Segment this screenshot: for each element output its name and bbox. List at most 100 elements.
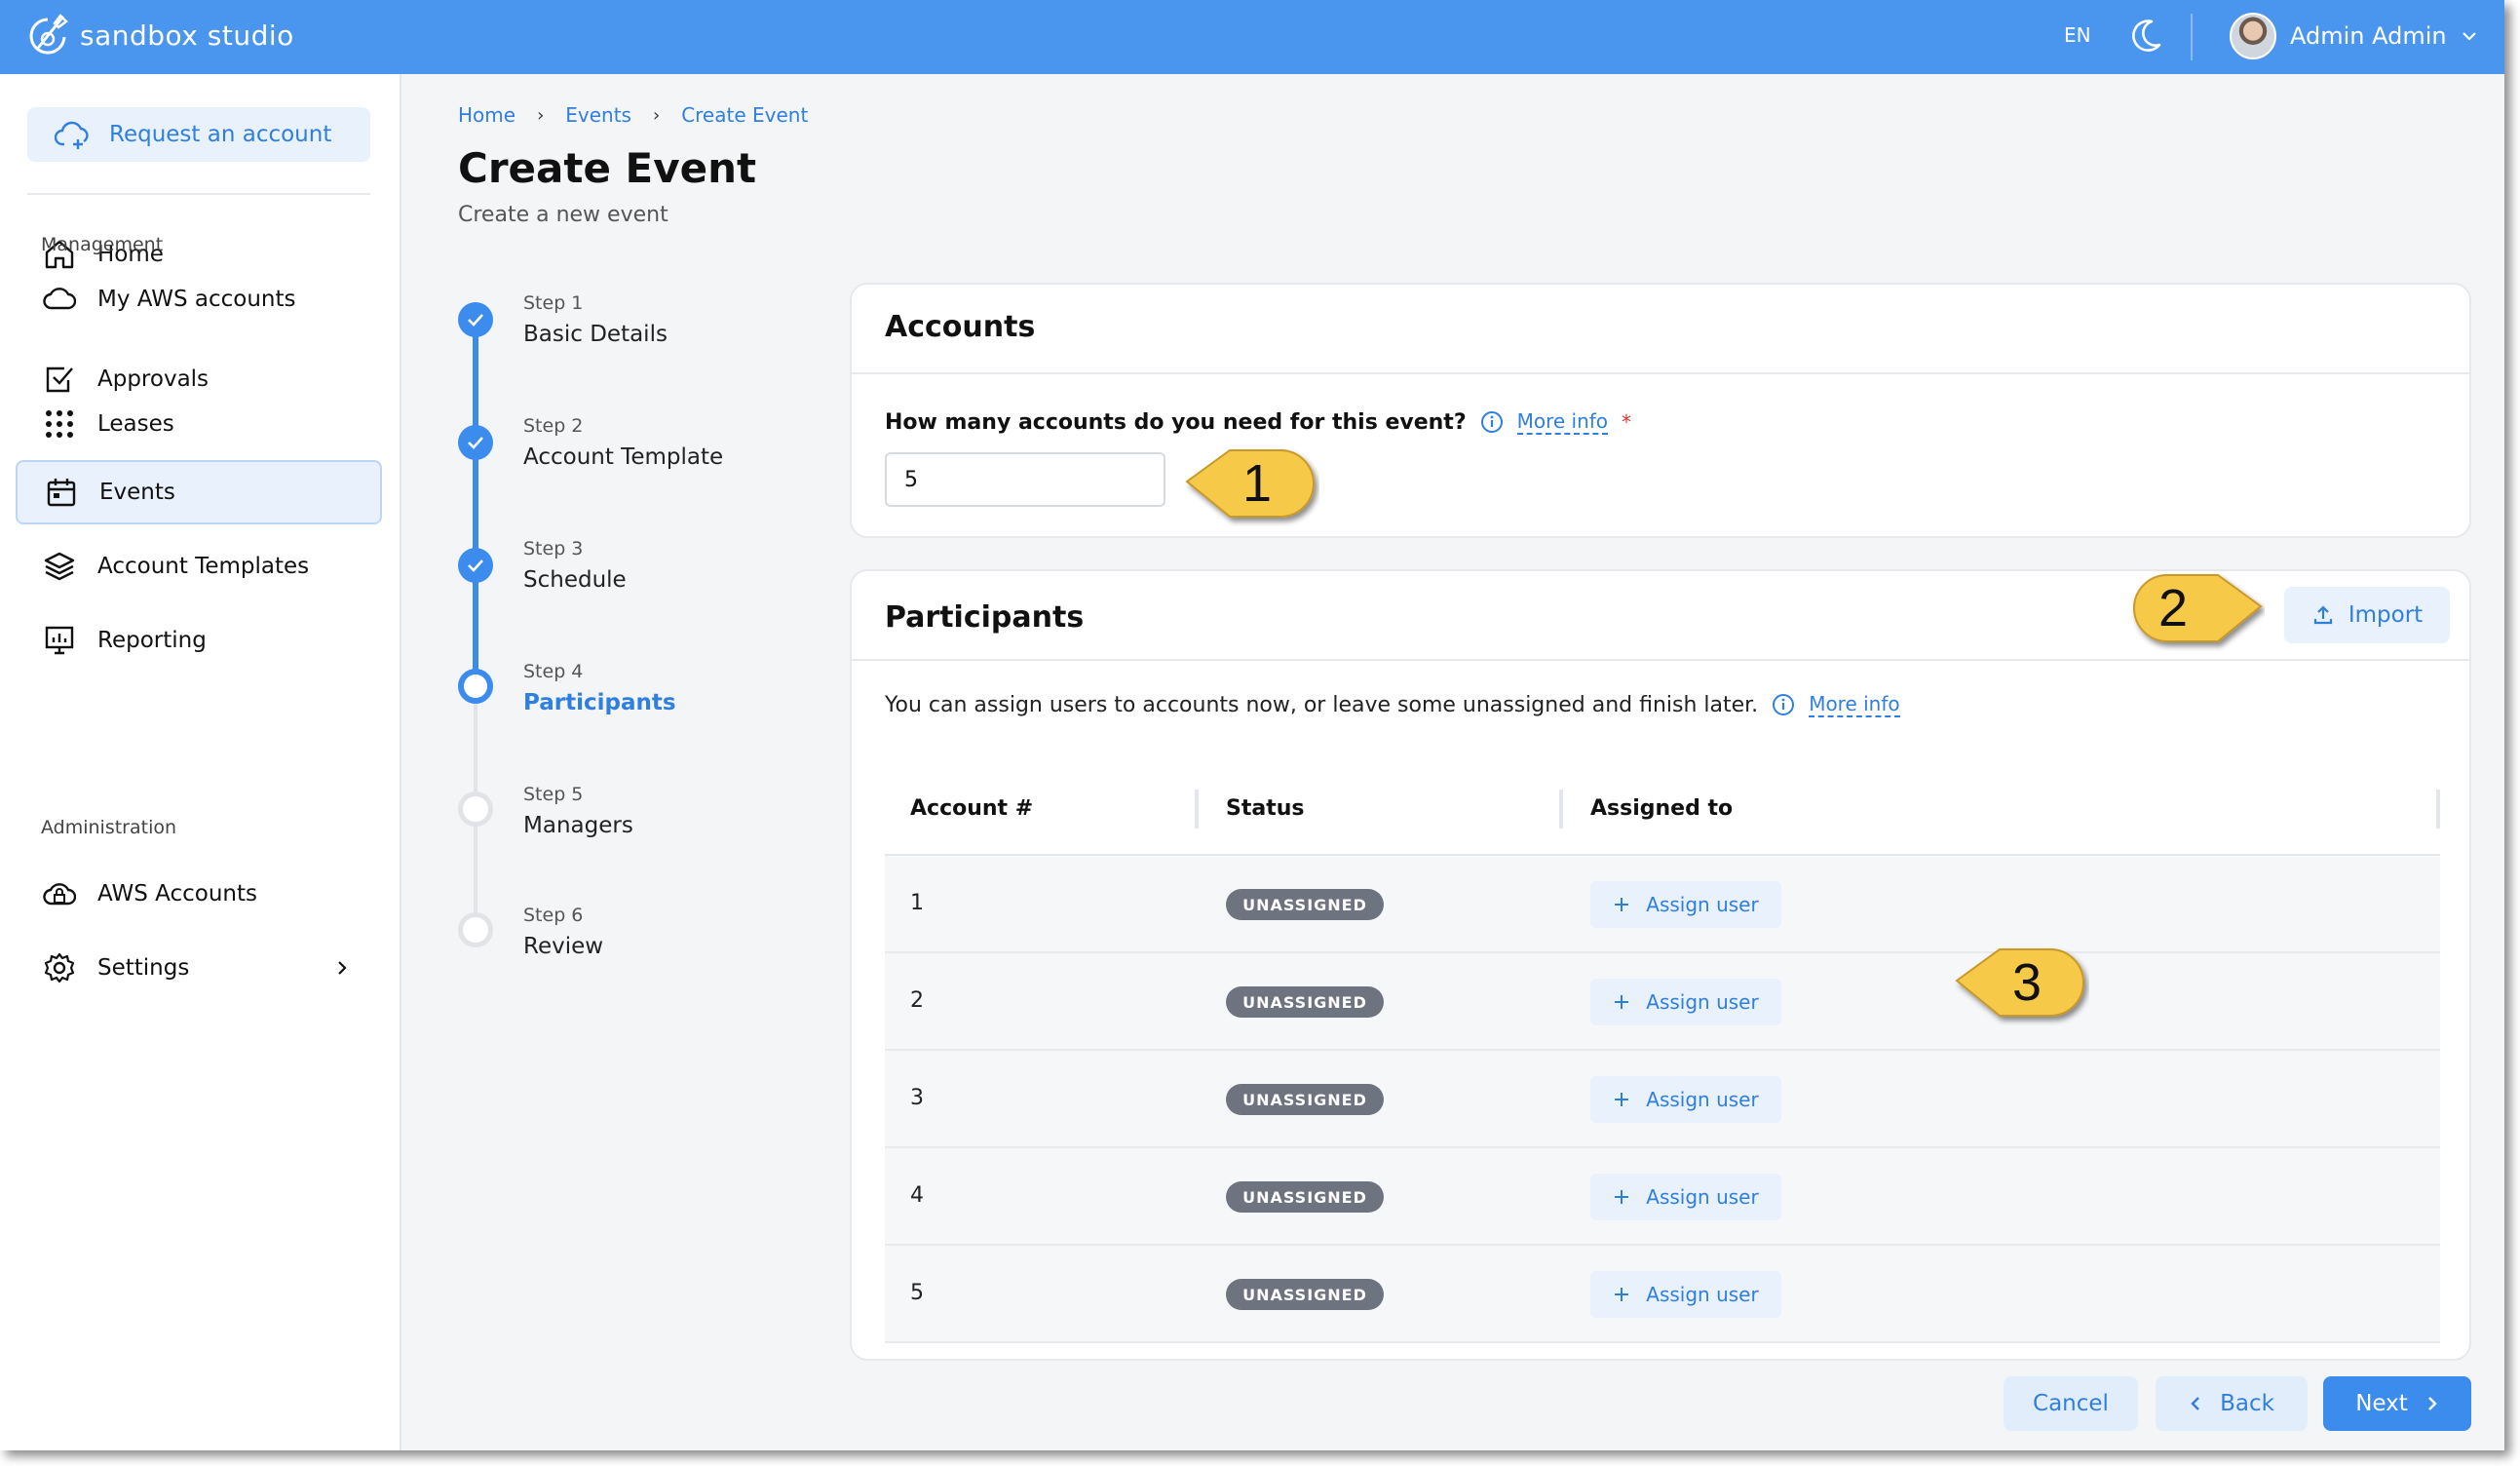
sidebar-item-settings[interactable]: Settings	[16, 936, 382, 1000]
assign-user-button[interactable]: Assign user	[1590, 1076, 1781, 1123]
column-header-account[interactable]: Account #	[910, 796, 1033, 821]
sidebar-item-aws-accounts[interactable]: AWS Accounts	[16, 862, 382, 926]
account-number: 4	[910, 1183, 924, 1208]
account-number: 2	[910, 988, 924, 1013]
info-icon[interactable]	[1772, 693, 1795, 716]
breadcrumb-events[interactable]: Events	[565, 103, 631, 127]
step-3-indicator[interactable]	[458, 548, 493, 583]
callout-2: 2	[2133, 574, 2263, 642]
sidebar: Request an account Home My AWS accounts …	[0, 74, 401, 1450]
sidebar-item-reporting[interactable]: Reporting	[16, 608, 382, 673]
info-icon[interactable]	[1480, 410, 1504, 434]
column-resizer[interactable]	[1195, 790, 1199, 829]
participants-card: Participants Import You can assign users…	[850, 569, 2471, 1361]
stepper-progress-line	[473, 322, 478, 684]
status-badge: UNASSIGNED	[1226, 1181, 1384, 1213]
cloud-icon	[43, 288, 76, 310]
account-count-label: How many accounts do you need for this e…	[885, 409, 1631, 435]
sidebar-item-account-templates[interactable]: Account Templates	[16, 534, 382, 598]
check-icon	[468, 314, 483, 327]
callout-2-number: 2	[2158, 579, 2188, 637]
request-account-button[interactable]: Request an account	[27, 107, 370, 162]
step-2-indicator[interactable]	[458, 425, 493, 460]
callout-3-number: 3	[2012, 953, 2042, 1012]
participants-card-title: Participants	[885, 600, 1085, 635]
cancel-button[interactable]: Cancel	[2004, 1376, 2138, 1431]
section-administration: Administration	[41, 817, 177, 838]
account-count-input[interactable]	[885, 452, 1165, 507]
column-header-assigned-to[interactable]: Assigned to	[1590, 796, 1733, 821]
step-1-number: Step 1	[523, 292, 584, 314]
breadcrumb-separator-icon: ›	[537, 104, 545, 126]
sidebar-item-events[interactable]: Events	[16, 460, 382, 524]
user-menu[interactable]: Admin Admin	[2230, 13, 2478, 59]
card-divider	[852, 659, 2469, 661]
top-bar: sandbox studio EN Admin Admin	[0, 0, 2504, 74]
step-4-indicator[interactable]	[458, 669, 493, 704]
step-2-name[interactable]: Account Template	[523, 444, 723, 470]
next-button[interactable]: Next	[2323, 1376, 2471, 1431]
step-2-number: Step 2	[523, 415, 584, 437]
participants-description-text: You can assign users to accounts now, or…	[885, 692, 1759, 717]
sidebar-item-leases[interactable]: Leases	[16, 392, 382, 456]
account-count-question: How many accounts do you need for this e…	[885, 409, 1467, 435]
sidebar-item-label: Account Templates	[97, 554, 310, 579]
step-6-number: Step 6	[523, 905, 584, 926]
checkbox-icon	[46, 366, 73, 393]
assign-user-label: Assign user	[1646, 990, 1759, 1014]
back-button[interactable]: Back	[2156, 1376, 2308, 1431]
sidebar-item-label: AWS Accounts	[97, 881, 257, 907]
table-row: 3 UNASSIGNED Assign user	[885, 1051, 2440, 1148]
back-label: Back	[2220, 1391, 2274, 1416]
column-resizer[interactable]	[1559, 790, 1563, 829]
step-4-name[interactable]: Participants	[523, 690, 676, 715]
breadcrumb-separator-icon: ›	[652, 104, 661, 126]
app-name: sandbox studio	[80, 19, 294, 52]
callout-1: 1	[1185, 449, 1315, 518]
request-account-label: Request an account	[109, 122, 332, 147]
breadcrumb-create-event[interactable]: Create Event	[681, 103, 808, 127]
participants-more-info-link[interactable]: More info	[1809, 692, 1900, 717]
step-6-name: Review	[523, 934, 604, 959]
user-name: Admin Admin	[2290, 22, 2447, 50]
avatar	[2230, 13, 2276, 59]
step-6-indicator	[458, 912, 493, 947]
section-management: Management	[41, 234, 164, 255]
sandbox-logo-icon	[29, 14, 68, 55]
sidebar-item-label: Events	[99, 480, 175, 505]
step-1-name[interactable]: Basic Details	[523, 322, 668, 347]
import-label: Import	[2348, 602, 2424, 628]
sidebar-item-label: Leases	[97, 411, 174, 437]
page-title: Create Event	[458, 144, 757, 192]
plus-icon	[1615, 898, 1629, 911]
moon-icon[interactable]	[2128, 18, 2163, 55]
language-switcher[interactable]: EN	[2064, 23, 2091, 47]
step-5-indicator	[458, 791, 493, 827]
assign-user-button[interactable]: Assign user	[1590, 1174, 1781, 1220]
column-header-status[interactable]: Status	[1226, 796, 1304, 821]
sidebar-item-my-aws-accounts[interactable]: My AWS accounts	[16, 267, 382, 331]
participants-table: Account # Status Assigned to 1 UNASSIGNE…	[885, 762, 2440, 1343]
breadcrumb-home[interactable]: Home	[458, 103, 515, 127]
import-button[interactable]: Import	[2284, 587, 2450, 643]
sidebar-item-label: Approvals	[97, 366, 210, 392]
plus-icon	[1615, 995, 1629, 1009]
step-1-indicator[interactable]	[458, 302, 493, 337]
assign-user-button[interactable]: Assign user	[1590, 1271, 1781, 1318]
chevron-down-icon	[2462, 32, 2476, 41]
column-resizer[interactable]	[2436, 790, 2440, 829]
required-marker: *	[1622, 410, 1632, 434]
cloud-lock-icon	[43, 883, 76, 906]
table-header: Account # Status Assigned to	[885, 762, 2440, 856]
sidebar-item-label: Reporting	[97, 628, 207, 653]
app-logo[interactable]: sandbox studio	[25, 12, 294, 58]
accounts-more-info-link[interactable]: More info	[1516, 409, 1609, 435]
assign-user-button[interactable]: Assign user	[1590, 979, 1781, 1025]
sidebar-divider	[27, 193, 370, 195]
assign-user-button[interactable]: Assign user	[1590, 881, 1781, 928]
grid-dots-icon	[46, 410, 73, 438]
assign-user-label: Assign user	[1646, 1185, 1759, 1209]
plus-icon	[1615, 1190, 1629, 1204]
step-3-name[interactable]: Schedule	[523, 567, 627, 593]
status-badge: UNASSIGNED	[1226, 1084, 1384, 1115]
